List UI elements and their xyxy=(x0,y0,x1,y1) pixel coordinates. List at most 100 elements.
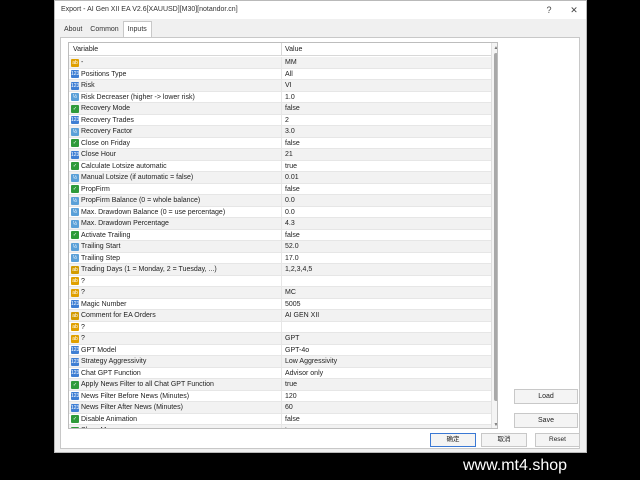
string-type-icon: ab xyxy=(71,265,79,274)
input-row[interactable]: 123 GPT Model GPT-4o xyxy=(69,344,491,356)
input-value[interactable]: false xyxy=(285,232,300,239)
input-value[interactable]: 2 xyxy=(285,117,289,124)
input-row[interactable]: ½ Risk Decreaser (higher -> lower risk) 1.… xyxy=(69,91,491,103)
input-variable-name: Risk xyxy=(81,82,95,89)
tab-common[interactable]: Common xyxy=(86,22,122,37)
input-row[interactable]: ✓ Close on Friday false xyxy=(69,137,491,149)
window-title: Export - AI Gen XII EA V2.6[XAUUSD][M30]… xyxy=(61,6,238,13)
scroll-down-icon[interactable]: ▼ xyxy=(492,421,497,428)
close-button[interactable]: ✕ xyxy=(566,3,582,17)
input-value[interactable]: 0.0 xyxy=(285,209,295,216)
input-row[interactable]: ✓ Recovery Mode false xyxy=(69,103,491,115)
cell-separator xyxy=(281,264,282,275)
input-row[interactable]: ab? xyxy=(69,321,491,333)
cell-separator xyxy=(281,298,282,309)
input-value[interactable]: MC xyxy=(285,289,296,296)
boolean-type-icon: ✓ xyxy=(71,380,79,389)
watermark-text: www.mt4.shop xyxy=(463,457,568,474)
input-value[interactable]: false xyxy=(285,416,300,423)
boolean-type-icon: ✓ xyxy=(71,185,79,193)
input-row[interactable]: ½ PropFirm Balance (0 = whole balance) 0.0 xyxy=(69,195,491,207)
input-value[interactable]: Advisor only xyxy=(285,370,323,377)
input-row[interactable]: ½ Manual Lotsize (if automatic = false) 0.… xyxy=(69,172,491,184)
input-value[interactable]: true xyxy=(285,381,297,388)
boolean-type-icon: ✓ xyxy=(71,415,79,423)
input-variable-name: News Filter After News (Minutes) xyxy=(81,404,183,411)
ok-button[interactable]: 确定 xyxy=(430,433,476,447)
load-button[interactable]: Load xyxy=(514,389,578,404)
input-row[interactable]: ✓ PropFirm false xyxy=(69,183,491,195)
column-separator[interactable] xyxy=(281,43,282,56)
tab-inputs[interactable]: Inputs xyxy=(122,21,152,37)
input-row[interactable]: ab Trading Days (1 = Monday, 2 = Tuesday,… xyxy=(69,264,491,276)
input-value[interactable]: Low Aggressivity xyxy=(285,358,337,365)
input-row[interactable]: 123 News Filter Before News (Minutes) 120 xyxy=(69,390,491,402)
scroll-up-icon[interactable]: ▲ xyxy=(492,44,497,52)
input-value[interactable]: AI GEN XII xyxy=(285,312,319,319)
input-row[interactable]: 123 News Filter After News (Minutes) 60 xyxy=(69,402,491,414)
input-row[interactable]: ½ Trailing Start 52.0 xyxy=(69,241,491,253)
reset-button[interactable]: Reset xyxy=(535,433,580,447)
column-header-variable[interactable]: Variable xyxy=(73,46,98,53)
input-value[interactable]: 17.0 xyxy=(285,255,299,262)
input-row[interactable]: ½ Trailing Step 17.0 xyxy=(69,252,491,264)
input-value[interactable]: 60 xyxy=(285,404,293,411)
input-row[interactable]: ½ Max. Drawdown Percentage 4.3 xyxy=(69,218,491,230)
input-value[interactable]: 1,2,3,4,5 xyxy=(285,266,312,273)
input-row[interactable]: ✓ Apply News Filter to all Chat GPT Funct… xyxy=(69,379,491,391)
input-row[interactable]: ab - MM xyxy=(69,57,491,69)
input-value[interactable]: true xyxy=(285,163,297,170)
input-value[interactable]: GPT-4o xyxy=(285,347,309,354)
input-value[interactable]: 120 xyxy=(285,393,297,400)
help-button[interactable]: ? xyxy=(541,3,557,17)
cell-separator xyxy=(281,68,282,79)
cell-separator xyxy=(281,80,282,91)
input-value[interactable]: VI xyxy=(285,82,292,89)
input-row[interactable]: 123 Strategy Aggressivity Low Aggressivity xyxy=(69,356,491,368)
input-variable-name: Strategy Aggressivity xyxy=(81,358,147,365)
input-variable-name: Close on Friday xyxy=(81,139,131,147)
input-variable-name: Comment for EA Orders xyxy=(81,312,156,319)
input-value[interactable]: false xyxy=(285,186,300,193)
input-value[interactable]: 0.0 xyxy=(285,197,295,204)
input-value[interactable]: false xyxy=(285,140,300,147)
scroll-thumb[interactable] xyxy=(494,53,497,401)
input-variable-name: Trading Days (1 = Monday, 2 = Tuesday, .… xyxy=(81,266,217,273)
input-row[interactable]: ✓ Activate Trailing false xyxy=(69,229,491,241)
input-value[interactable]: 1.0 xyxy=(285,94,295,101)
input-row[interactable]: ✓ Calculate Lotsize automatic true xyxy=(69,160,491,172)
input-value[interactable]: MM xyxy=(285,59,297,66)
input-row[interactable]: ab? GPT xyxy=(69,333,491,345)
input-row[interactable]: 123 Positions Type All xyxy=(69,68,491,80)
input-value[interactable]: 4.3 xyxy=(285,220,295,227)
input-row[interactable]: ab Comment for EA Orders AI GEN XII xyxy=(69,310,491,322)
input-value[interactable]: All xyxy=(285,71,293,78)
integer-type-icon: 123 xyxy=(71,369,80,377)
cancel-button[interactable]: 取消 xyxy=(481,433,527,447)
input-row[interactable]: ab? MC xyxy=(69,287,491,299)
vertical-scrollbar[interactable]: ▲ ▼ xyxy=(491,43,497,428)
input-row[interactable]: ½ Recovery Factor 3.0 xyxy=(69,126,491,138)
input-value[interactable]: GPT xyxy=(285,335,299,342)
column-header-value[interactable]: Value xyxy=(285,46,302,53)
input-row[interactable]: 123 Magic Number 5005 xyxy=(69,298,491,310)
input-value[interactable]: 0.01 xyxy=(285,174,299,181)
input-value[interactable]: 52.0 xyxy=(285,243,299,250)
input-row[interactable]: 123 Close Hour 21 xyxy=(69,149,491,161)
input-row[interactable]: ✓Show Menu true xyxy=(69,425,491,428)
tab-about[interactable]: About xyxy=(60,22,86,37)
input-row[interactable]: ab? xyxy=(69,275,491,287)
input-row[interactable]: ½ Max. Drawdown Balance (0 = use percenta… xyxy=(69,206,491,218)
input-row[interactable]: 123 Risk VI xyxy=(69,80,491,92)
tab-bar: About Common Inputs xyxy=(60,21,152,37)
input-row[interactable]: 123 Chat GPT Function Advisor only xyxy=(69,367,491,379)
input-value[interactable]: false xyxy=(285,105,300,112)
cell-separator xyxy=(281,114,282,125)
input-row[interactable]: ✓ Disable Animation false xyxy=(69,413,491,425)
save-button[interactable]: Save xyxy=(514,413,578,428)
input-value[interactable]: 3.0 xyxy=(285,128,295,135)
input-value[interactable]: 5005 xyxy=(285,301,301,308)
input-row[interactable]: 123 Recovery Trades 2 xyxy=(69,114,491,126)
input-value[interactable]: 21 xyxy=(285,151,293,158)
input-value[interactable]: true xyxy=(285,427,297,428)
